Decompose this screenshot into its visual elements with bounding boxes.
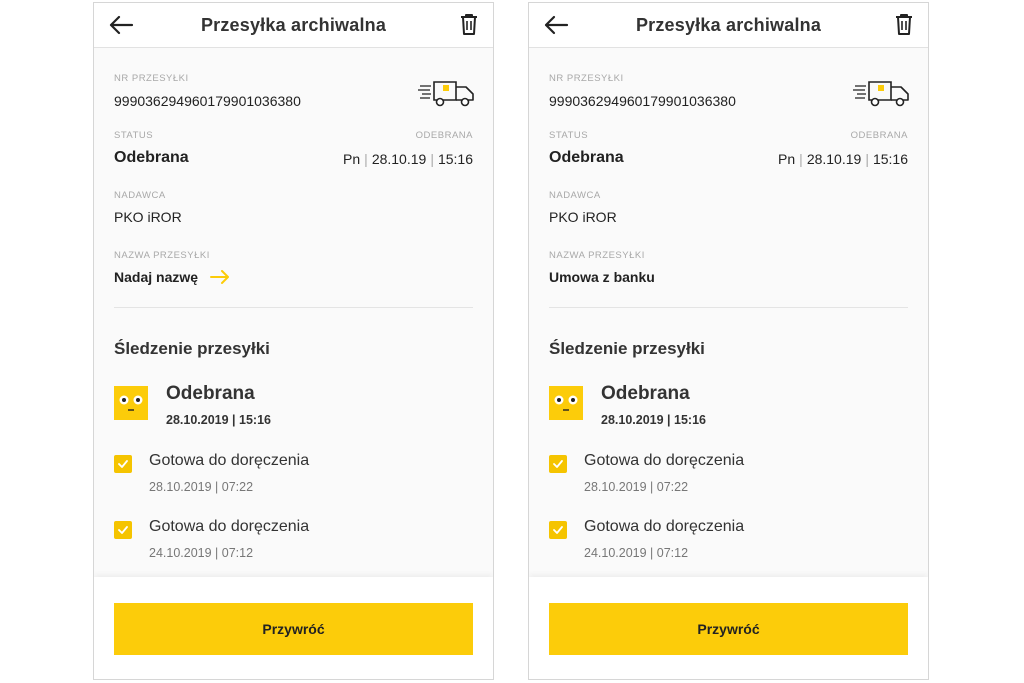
restore-button[interactable]: Przywróć: [549, 603, 908, 655]
sender-label: NADAWCA: [549, 190, 601, 201]
current-status: Odebrana: [601, 383, 690, 404]
page-title: Przesyłka archiwalna: [635, 15, 822, 35]
sender-value: PKO iROR: [549, 209, 617, 225]
phone-screen-left: Przesyłka archiwalna NR PRZESYŁKI 999036…: [93, 2, 494, 680]
received-time: 15:16: [872, 151, 908, 167]
phone-screen-right: Przesyłka archiwalna NR PRZESYŁKI 999036…: [528, 2, 929, 680]
app-header: Przesyłka archiwalna: [94, 3, 493, 48]
shipment-name-text: Umowa z banku: [549, 269, 655, 285]
event-datetime: 28.10.2019 | 07:22: [584, 480, 689, 494]
separator: |: [799, 151, 803, 167]
event-title: Gotowa do doręczenia: [149, 518, 310, 535]
event-title: Gotowa do doręczenia: [584, 452, 745, 469]
status-value: Odebrana: [114, 149, 189, 166]
received-datetime: Pn | 28.10.19 | 15:16: [778, 151, 908, 167]
received-date: 28.10.19: [806, 151, 862, 167]
received-day: Pn: [343, 151, 361, 167]
set-name-link[interactable]: Nadaj nazwę: [114, 269, 230, 285]
shipment-name-label: NAZWA PRZESYŁKI: [549, 250, 645, 261]
event-datetime: 24.10.2019 | 07:12: [149, 546, 254, 560]
separator: |: [865, 151, 869, 167]
event-title: Gotowa do doręczenia: [584, 518, 745, 535]
trash-icon[interactable]: [894, 13, 914, 35]
page-title: Przesyłka archiwalna: [200, 15, 387, 35]
separator: |: [430, 151, 434, 167]
received-time: 15:16: [437, 151, 473, 167]
delivery-truck-icon: [853, 81, 909, 107]
arrow-right-icon: [210, 270, 230, 284]
shipment-name-value[interactable]: Umowa z banku: [549, 269, 655, 285]
status-label: STATUS: [114, 130, 154, 141]
tracking-title: Śledzenie przesyłki: [549, 339, 705, 358]
received-label: ODEBRANA: [415, 130, 473, 141]
checkbox-check-icon: [114, 455, 132, 473]
checkbox-check-icon: [114, 521, 132, 539]
separator: |: [364, 151, 368, 167]
divider: [549, 307, 908, 308]
footer-bar: Przywróć: [94, 577, 493, 679]
received-datetime: Pn | 28.10.19 | 15:16: [343, 151, 473, 167]
shipment-number-value: 999036294960179901036380: [549, 93, 736, 109]
shipment-number-label: NR PRZESYŁKI: [549, 73, 624, 84]
received-label: ODEBRANA: [850, 130, 908, 141]
delivery-truck-icon: [418, 81, 474, 107]
tracking-title: Śledzenie przesyłki: [114, 339, 270, 358]
received-day: Pn: [778, 151, 796, 167]
checkbox-check-icon: [549, 455, 567, 473]
status-value: Odebrana: [549, 149, 624, 166]
status-label: STATUS: [549, 130, 589, 141]
event-datetime: 24.10.2019 | 07:12: [584, 546, 689, 560]
checkbox-check-icon: [549, 521, 567, 539]
robot-face-icon: [549, 386, 583, 420]
sender-label: NADAWCA: [114, 190, 166, 201]
current-status-datetime: 28.10.2019 | 15:16: [601, 413, 706, 427]
set-name-label: Nadaj nazwę: [114, 269, 199, 285]
shipment-name-label: NAZWA PRZESYŁKI: [114, 250, 210, 261]
shipment-number-value: 999036294960179901036380: [114, 93, 301, 109]
restore-button[interactable]: Przywróć: [114, 603, 473, 655]
footer-bar: Przywróć: [529, 577, 928, 679]
robot-face-icon: [114, 386, 148, 420]
current-status-datetime: 28.10.2019 | 15:16: [166, 413, 271, 427]
sender-value: PKO iROR: [114, 209, 182, 225]
event-title: Gotowa do doręczenia: [149, 452, 310, 469]
app-header: Przesyłka archiwalna: [529, 3, 928, 48]
current-status: Odebrana: [166, 383, 255, 404]
received-date: 28.10.19: [371, 151, 427, 167]
shipment-number-label: NR PRZESYŁKI: [114, 73, 189, 84]
event-datetime: 28.10.2019 | 07:22: [149, 480, 254, 494]
trash-icon[interactable]: [459, 13, 479, 35]
divider: [114, 307, 473, 308]
